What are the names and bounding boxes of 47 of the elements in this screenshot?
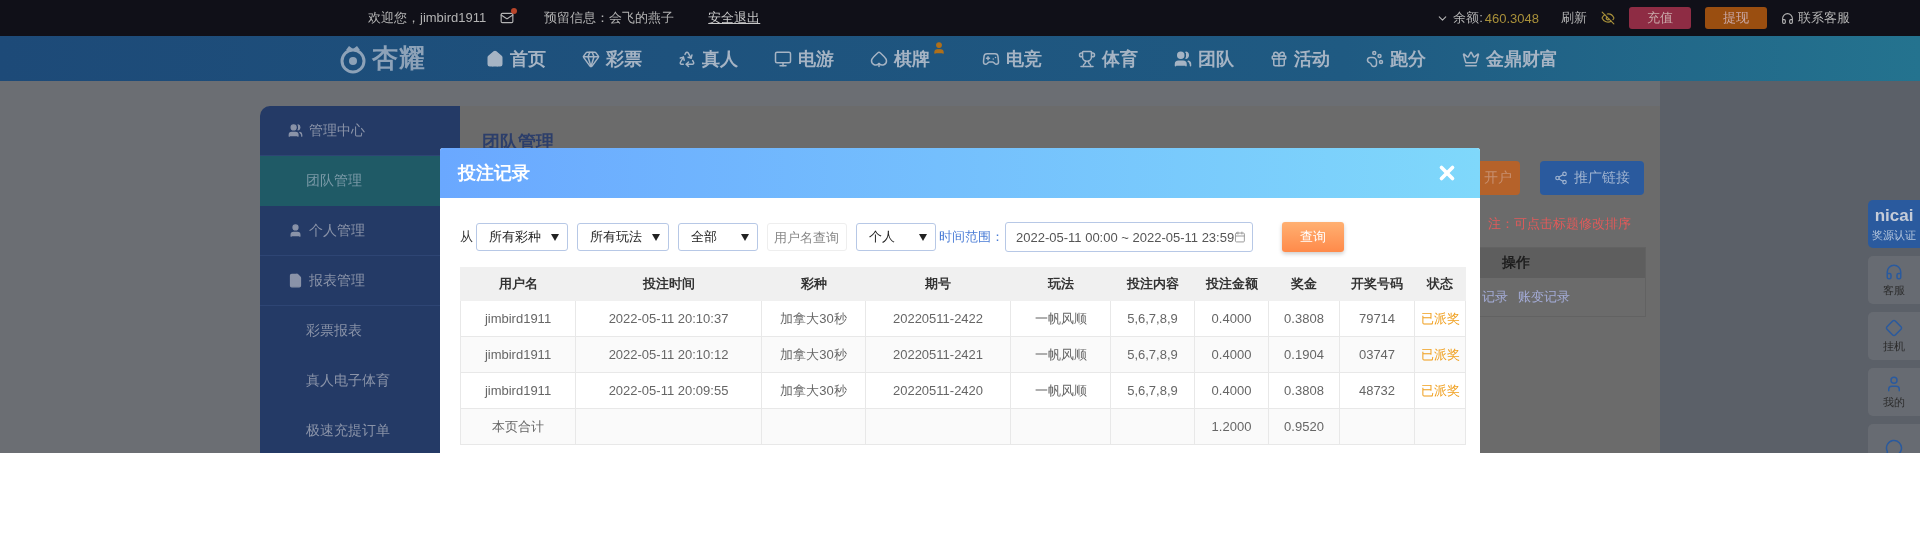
balance-label: 余额:	[1453, 9, 1483, 27]
total-cell: 本页合计	[460, 408, 576, 445]
tool-label: 客服	[1883, 282, 1905, 298]
table-cell: 2022-05-11 20:09:55	[575, 372, 762, 409]
table-cell: 5,6,7,8,9	[1110, 336, 1195, 373]
table-cell: 0.3808	[1268, 372, 1340, 409]
table-cell: 79714	[1339, 300, 1415, 337]
table-cell: 一帆风顺	[1010, 336, 1111, 373]
balance-value: 460.3048	[1484, 10, 1539, 26]
time-range-label: 时间范围：	[939, 228, 1004, 246]
table-cell: 03747	[1339, 336, 1415, 373]
table-cell: 一帆风顺	[1010, 372, 1111, 409]
dialog-title: 投注记录	[458, 162, 530, 185]
reserved-info-text: 预留信息：会飞的燕子	[544, 9, 675, 27]
sort-note: 注：可点击标题修改排序	[1487, 215, 1632, 233]
tool-label: 奖源认证	[1872, 227, 1916, 243]
total-cell: 1.2000	[1194, 408, 1269, 445]
greeting-text: 欢迎您，jimbird1911	[368, 9, 487, 27]
status-cell: 已派奖	[1414, 372, 1466, 409]
table-cell: jimbird1911	[460, 300, 576, 337]
nicai-logo: nicai	[1874, 205, 1914, 226]
tool-label: 我的	[1883, 394, 1905, 410]
table-cell: 20220511-2420	[865, 372, 1011, 409]
table-cell: 加拿大30秒	[761, 300, 866, 337]
from-label: 从	[460, 228, 473, 246]
table-cell: 2022-05-11 20:10:37	[575, 300, 762, 337]
table-cell: 5,6,7,8,9	[1110, 372, 1195, 409]
table-header-cell: 操作	[1480, 248, 1645, 278]
table-cell: 0.4000	[1194, 300, 1269, 337]
table-cell: 一帆风顺	[1010, 300, 1111, 337]
table-cell: 20220511-2422	[865, 300, 1011, 337]
table-cell: 0.3808	[1268, 300, 1340, 337]
table-cell: jimbird1911	[460, 372, 576, 409]
table-cell: 0.4000	[1194, 372, 1269, 409]
total-cell: 0.9520	[1268, 408, 1340, 445]
table-cell: 2022-05-11 20:10:12	[575, 336, 762, 373]
tool-label: 挂机	[1883, 338, 1905, 354]
table-cell: 5,6,7,8,9	[1110, 300, 1195, 337]
table-cell: jimbird1911	[460, 336, 576, 373]
table-cell: 加拿大30秒	[761, 336, 866, 373]
table-cell: 加拿大30秒	[761, 372, 866, 409]
status-cell: 已派奖	[1414, 336, 1466, 373]
table-cell: 20220511-2421	[865, 336, 1011, 373]
table-cell: 0.1904	[1268, 336, 1340, 373]
table-cell: 48732	[1339, 372, 1415, 409]
status-cell: 已派奖	[1414, 300, 1466, 337]
table-cell: 0.4000	[1194, 336, 1269, 373]
